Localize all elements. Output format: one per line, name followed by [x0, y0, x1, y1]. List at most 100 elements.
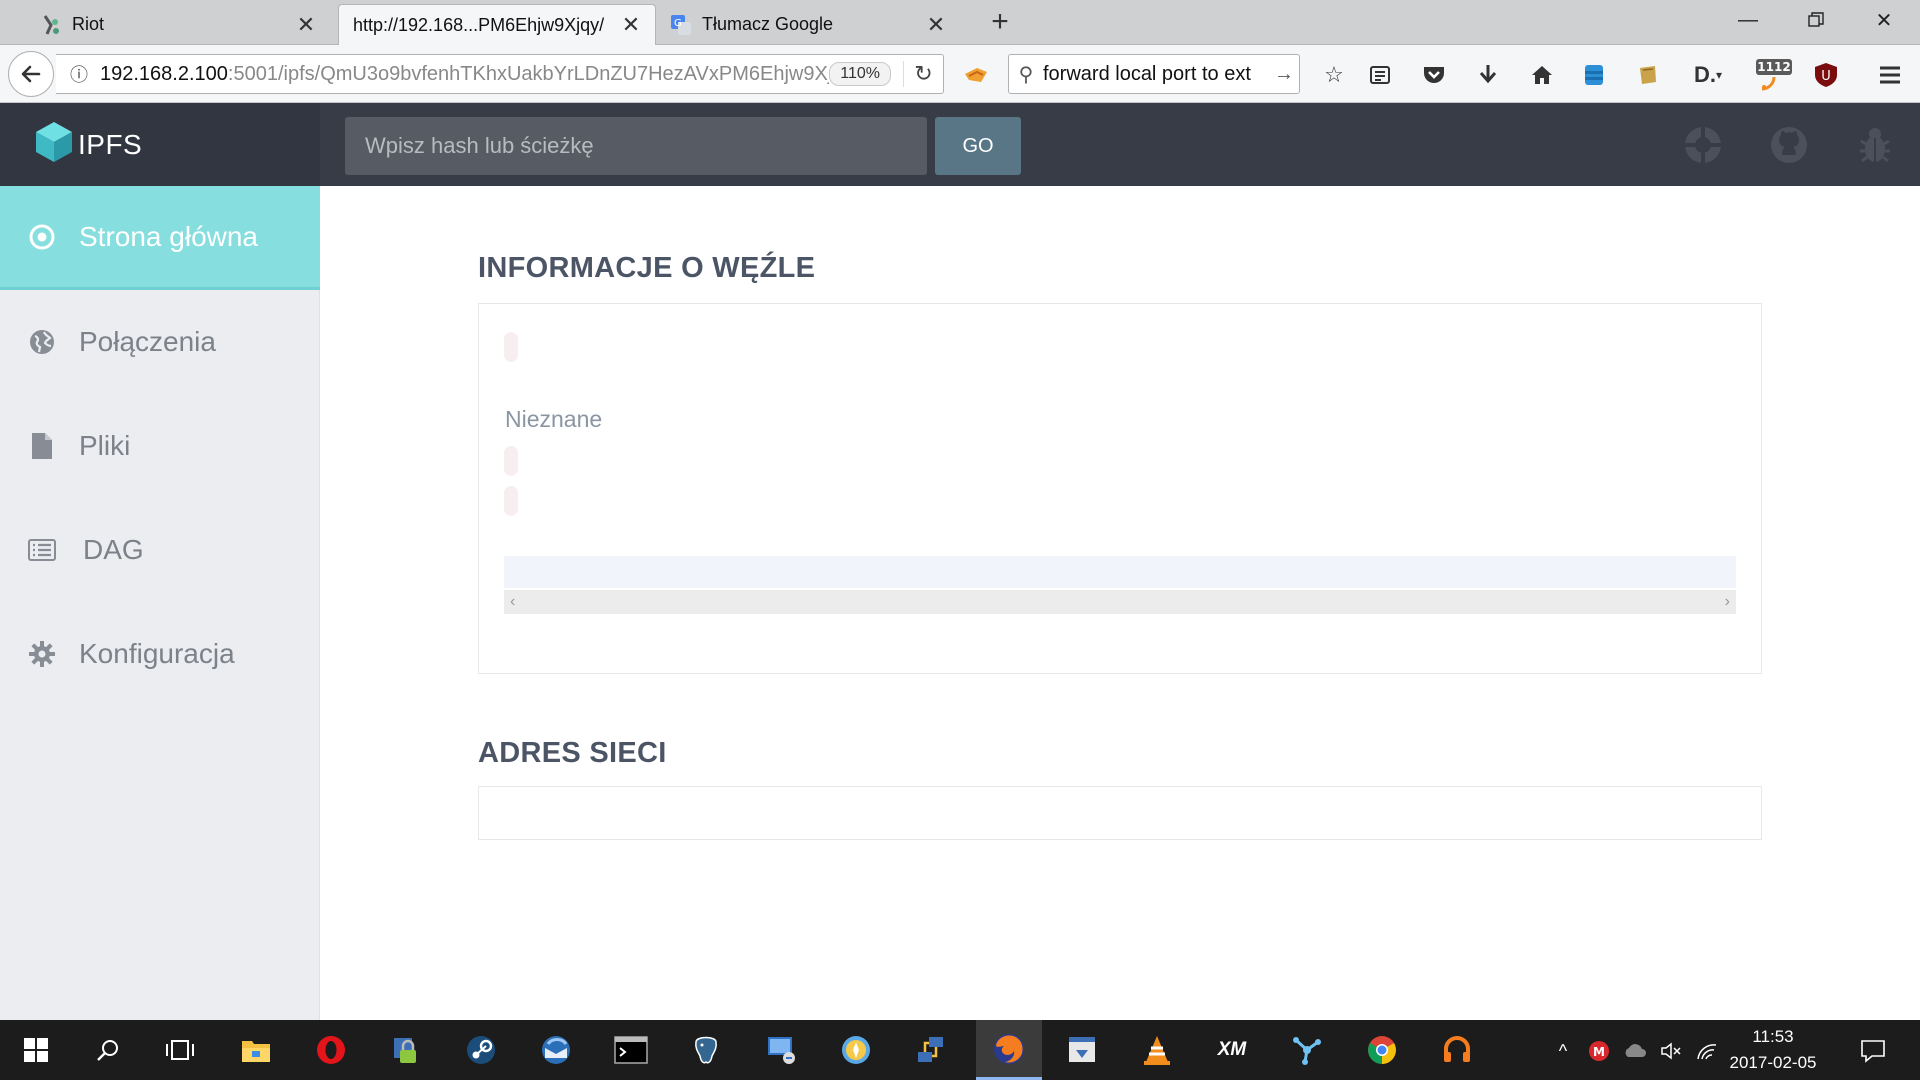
steam-icon[interactable] — [451, 1020, 511, 1080]
sidebar-item-connections[interactable]: Połączenia — [0, 290, 320, 394]
svg-text:M: M — [1593, 1045, 1605, 1059]
network-graph-icon[interactable] — [1277, 1020, 1337, 1080]
public-key-strip — [504, 556, 1736, 588]
svg-text:1112: 1112 — [1757, 60, 1790, 74]
scroll-right-icon[interactable]: › — [1725, 593, 1730, 611]
search-input[interactable]: forward local port to ext — [1043, 63, 1269, 86]
wifi-icon[interactable] — [1694, 1038, 1720, 1064]
keepass-icon[interactable] — [1052, 1020, 1112, 1080]
tab-title: Tłumacz Google — [702, 14, 834, 34]
globe-icon — [27, 327, 57, 357]
home-icon[interactable] — [1526, 59, 1558, 91]
url-text[interactable]: 192.168.2.100:5001/ipfs/QmU3o9bvfenhTKhx… — [100, 63, 829, 86]
ipfs-logo[interactable]: IPFS — [0, 103, 320, 186]
vlc-icon[interactable] — [1127, 1020, 1187, 1080]
riot-icon — [40, 14, 62, 36]
site-info-icon[interactable]: ⓘ — [64, 61, 94, 87]
close-tab-icon[interactable]: ✕ — [924, 12, 948, 38]
search-icon: ⚲ — [1018, 63, 1034, 86]
address-bar[interactable]: ⓘ 192.168.2.100:5001/ipfs/QmU3o9bvfenhTK… — [56, 54, 944, 94]
close-window-icon[interactable]: ✕ — [1854, 0, 1914, 40]
sidebar-item-label: Strona główna — [79, 220, 259, 252]
network-address-panel — [478, 786, 1762, 840]
thunderbird-icon[interactable] — [526, 1020, 586, 1080]
task-view-icon[interactable] — [150, 1020, 210, 1080]
chrome-icon[interactable] — [1352, 1020, 1412, 1080]
loading-placeholder — [504, 446, 518, 476]
compass-app-icon[interactable] — [826, 1020, 886, 1080]
close-tab-icon[interactable]: ✕ — [294, 12, 318, 38]
github-icon[interactable] — [1767, 123, 1811, 167]
download-icon[interactable] — [1472, 59, 1504, 91]
sidebar-item-config[interactable]: Konfiguracja — [0, 602, 320, 706]
extension-fox-icon[interactable] — [960, 59, 992, 91]
file-icon — [27, 431, 57, 461]
windows-start-icon[interactable] — [6, 1020, 66, 1080]
sidebar-item-label: DAG — [83, 534, 144, 565]
hamburger-menu-icon[interactable] — [1874, 59, 1906, 91]
go-button[interactable]: GO — [935, 117, 1021, 175]
loading-placeholder — [504, 332, 518, 362]
home-icon — [27, 222, 57, 252]
help-icon[interactable] — [1681, 123, 1725, 167]
file-explorer-icon[interactable] — [226, 1020, 286, 1080]
app-header: IPFS GO — [0, 103, 1920, 186]
notes-extension-icon[interactable] — [1632, 59, 1664, 91]
search-icon[interactable] — [78, 1020, 138, 1080]
reading-list-icon[interactable] — [1364, 59, 1396, 91]
sidebar-item-dag[interactable]: DAG — [0, 498, 320, 602]
scroll-left-icon[interactable]: ‹ — [510, 593, 515, 611]
sidebar: Strona główna Połączenia Pliki DAG Konfi… — [0, 186, 320, 1020]
show-hidden-icons-icon[interactable]: ^ — [1550, 1038, 1576, 1064]
brand-name: IPFS — [78, 128, 143, 160]
rss-feed-icon[interactable]: 1112 — [1752, 59, 1796, 91]
svg-text:G: G — [674, 18, 682, 29]
svg-text:U: U — [1821, 69, 1831, 84]
close-tab-icon[interactable]: ✕ — [619, 12, 643, 38]
tab-title: http://192.168...PM6Ehjw9Xjqy/ — [353, 14, 605, 35]
minimize-window-icon[interactable]: — — [1718, 0, 1778, 40]
network-app-icon[interactable] — [901, 1020, 961, 1080]
action-center-icon[interactable] — [1856, 1036, 1890, 1066]
database-extension-icon[interactable] — [1578, 59, 1610, 91]
sidebar-item-home[interactable]: Strona główna — [0, 186, 320, 290]
network-address-title: ADRES SIECI — [478, 737, 667, 769]
volume-muted-icon[interactable] — [1658, 1038, 1684, 1064]
tab-riot[interactable]: Riot ✕ — [30, 4, 330, 45]
xm-app-icon[interactable]: XM — [1202, 1020, 1262, 1080]
mega-sync-icon[interactable]: M — [1586, 1038, 1612, 1064]
zoom-level-badge[interactable]: 110% — [829, 62, 891, 86]
hash-search-input[interactable] — [345, 117, 927, 175]
restore-window-icon[interactable] — [1786, 0, 1846, 40]
windows-taskbar: XM ^ M 11:53 2017-02-05 — [0, 1020, 1920, 1080]
back-button[interactable] — [8, 51, 54, 97]
remote-desktop-icon[interactable] — [751, 1020, 811, 1080]
ublock-icon[interactable]: U — [1810, 59, 1842, 91]
vpn-lock-icon[interactable] — [376, 1020, 436, 1080]
search-go-icon[interactable]: → — [1269, 63, 1299, 86]
horizontal-scrollbar[interactable]: ‹ › — [504, 590, 1736, 614]
bug-icon[interactable] — [1853, 123, 1897, 167]
postgresql-icon[interactable] — [676, 1020, 736, 1080]
browser-tab-bar: Riot ✕ http://192.168...PM6Ehjw9Xjqy/ ✕ … — [0, 0, 1920, 45]
bookmark-star-icon[interactable]: ☆ — [1318, 59, 1350, 91]
clock-date: 2017-02-05 — [1729, 1053, 1817, 1072]
taskbar-clock[interactable]: 11:53 2017-02-05 — [1724, 1024, 1822, 1076]
sidebar-item-label: Połączenia — [79, 326, 216, 357]
sidebar-item-files[interactable]: Pliki — [0, 394, 320, 498]
terminal-icon[interactable] — [601, 1020, 661, 1080]
tab-google-translate[interactable]: G Tłumacz Google ✕ — [660, 4, 960, 45]
reload-icon[interactable]: ↻ — [903, 61, 943, 87]
opera-icon[interactable] — [301, 1020, 361, 1080]
dictionary-extension-icon[interactable]: D. ▾ — [1684, 59, 1732, 91]
firefox-icon[interactable] — [976, 1020, 1042, 1080]
search-bar[interactable]: ⚲ forward local port to ext → — [1008, 54, 1300, 94]
browser-toolbar: ⓘ 192.168.2.100:5001/ipfs/QmU3o9bvfenhTK… — [0, 45, 1920, 103]
new-tab-button[interactable]: + — [982, 6, 1018, 40]
sidebar-item-label: Konfiguracja — [79, 638, 235, 669]
headphones-app-icon[interactable] — [1427, 1020, 1487, 1080]
pocket-icon[interactable] — [1418, 59, 1450, 91]
node-status-value: Nieznane — [505, 406, 603, 432]
tab-ipfs[interactable]: http://192.168...PM6Ehjw9Xjqy/ ✕ — [338, 4, 656, 45]
cloud-icon[interactable] — [1622, 1038, 1648, 1064]
